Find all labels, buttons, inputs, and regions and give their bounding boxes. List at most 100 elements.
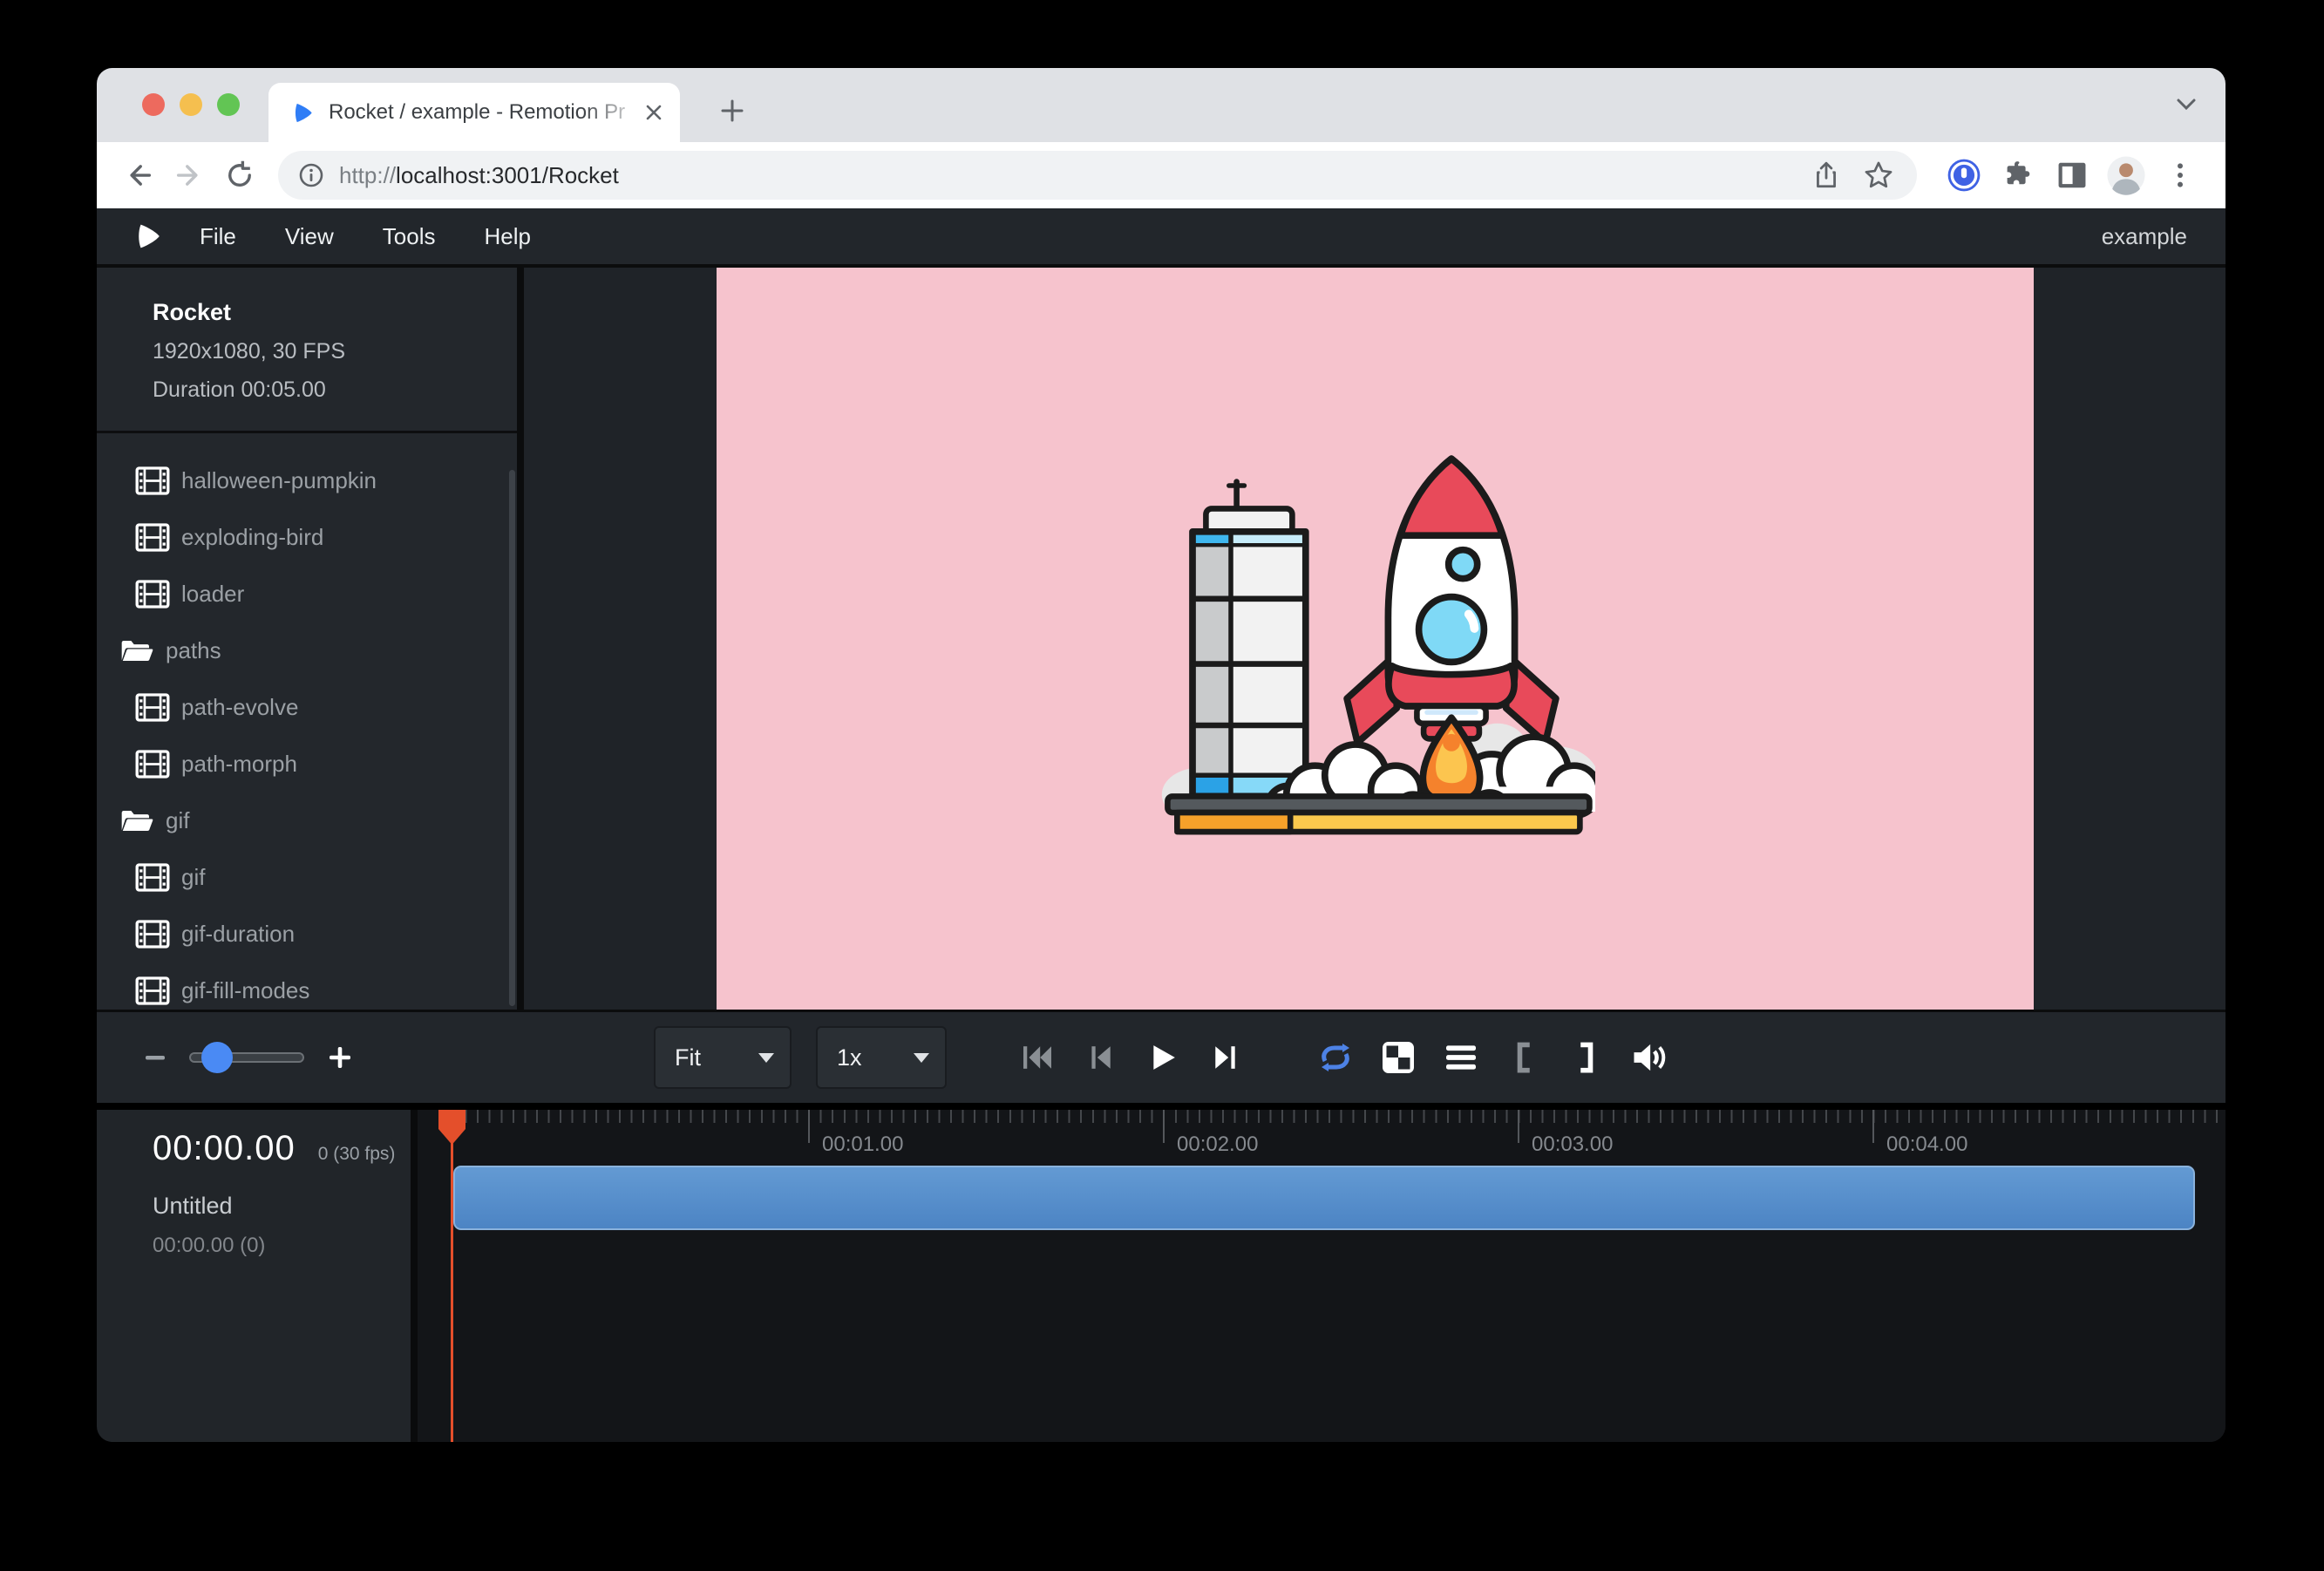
timeline-sequence-bar[interactable] (453, 1166, 2195, 1230)
three-dots-icon (2165, 160, 2195, 190)
compositions-sidebar: Rocket 1920x1080, 30 FPS Duration 00:05.… (97, 268, 524, 1010)
remotion-logo-icon (133, 221, 163, 251)
password-manager-button[interactable] (1941, 153, 1987, 198)
composition-label: gif-fill-modes (181, 977, 309, 1004)
composition-item[interactable]: gif-duration (97, 906, 517, 962)
address-bar[interactable]: http://localhost:3001/Rocket (278, 151, 1917, 200)
composition-item[interactable]: path-morph (97, 736, 517, 792)
film-icon (135, 920, 170, 949)
star-icon (1863, 160, 1894, 191)
composition-name: Rocket (153, 299, 491, 326)
composition-item[interactable]: path-evolve (97, 679, 517, 736)
next-frame-button[interactable] (1206, 1031, 1245, 1084)
menu-help[interactable]: Help (460, 208, 555, 264)
menu-view[interactable]: View (261, 208, 358, 264)
skip-to-start-button[interactable] (1018, 1031, 1057, 1084)
composition-label: exploding-bird (181, 524, 323, 551)
timeline-rows-button[interactable] (1442, 1031, 1480, 1084)
composition-item[interactable]: gif (97, 849, 517, 906)
composition-list: halloween-pumpkin exploding-bird loader … (97, 452, 517, 1010)
tab-strip: Rocket / example - Remotion Pr (97, 68, 2225, 142)
close-window-button[interactable] (142, 93, 165, 116)
close-tab-icon[interactable] (643, 102, 664, 123)
profile-avatar[interactable] (2103, 153, 2149, 198)
bookmark-button[interactable] (1859, 156, 1898, 194)
composition-label: gif (181, 864, 205, 891)
ruler-label: 00:04.00 (1886, 1132, 1967, 1157)
volume-icon (1631, 1041, 1668, 1074)
film-icon (135, 976, 170, 1005)
composition-item[interactable]: exploding-bird (97, 509, 517, 566)
video-canvas (717, 268, 2034, 1010)
preview-area (524, 268, 2225, 1010)
ruler-label: 00:03.00 (1532, 1132, 1613, 1157)
zoom-slider-knob[interactable] (201, 1042, 233, 1073)
menu-file[interactable]: File (175, 208, 261, 264)
play-icon (1149, 1043, 1177, 1072)
share-button[interactable] (1807, 156, 1845, 194)
folder-item[interactable]: gif (97, 792, 517, 849)
ruler-major-tick (808, 1110, 810, 1143)
previous-frame-button[interactable] (1081, 1031, 1119, 1084)
remotion-logo-button[interactable] (133, 221, 163, 251)
loop-toggle-button[interactable] (1316, 1031, 1355, 1084)
size-dropdown[interactable]: Fit (654, 1026, 792, 1089)
url-text: http://localhost:3001/Rocket (339, 162, 619, 189)
transparency-toggle-button[interactable] (1379, 1031, 1417, 1084)
side-panel-button[interactable] (2049, 153, 2095, 198)
zoom-out-button[interactable] (144, 1046, 166, 1069)
composition-item[interactable]: loader (97, 566, 517, 622)
composition-resolution: 1920x1080, 30 FPS (153, 339, 491, 364)
maximize-window-button[interactable] (217, 93, 240, 116)
chevron-down-icon (758, 1053, 774, 1063)
composition-label: path-morph (181, 751, 297, 778)
sidebar-scrollbar[interactable] (509, 470, 515, 1006)
tab-search-button[interactable] (2175, 96, 2198, 118)
play-button[interactable] (1144, 1031, 1182, 1084)
timeline-track-area[interactable]: 00:01.00 00:02.00 00:03.00 00:04.00 (418, 1110, 2225, 1442)
composition-label: gif-duration (181, 921, 295, 948)
out-point-button[interactable] (1567, 1031, 1606, 1084)
site-info-icon[interactable] (297, 161, 325, 189)
screenshot: Rocket / example - Remotion Pr http://lo… (0, 0, 2324, 1571)
tab-title: Rocket / example - Remotion Pr (329, 100, 643, 125)
zoom-slider[interactable] (189, 1052, 304, 1063)
traffic-lights (142, 93, 240, 116)
timeline-ruler[interactable] (453, 1110, 2225, 1123)
composition-item[interactable]: halloween-pumpkin (97, 452, 517, 509)
folder-open-icon (119, 636, 154, 665)
speed-dropdown-value: 1x (837, 1044, 862, 1071)
minimize-window-button[interactable] (180, 93, 202, 116)
back-button[interactable] (119, 156, 158, 194)
composition-label: path-evolve (181, 694, 298, 721)
reload-button[interactable] (221, 156, 259, 194)
folder-item[interactable]: paths (97, 622, 517, 679)
film-icon (135, 693, 170, 722)
chevron-down-icon (914, 1053, 929, 1063)
previous-frame-icon (1086, 1044, 1114, 1071)
film-icon (135, 466, 170, 495)
folder-label: paths (166, 637, 221, 664)
browser-tab[interactable]: Rocket / example - Remotion Pr (268, 83, 680, 142)
browser-menu-button[interactable] (2158, 153, 2203, 198)
new-tab-button[interactable] (712, 91, 752, 131)
playhead-handle[interactable] (438, 1110, 465, 1145)
speed-dropdown[interactable]: 1x (816, 1026, 947, 1089)
timeline-panel: 00:00.00 0 (30 fps) Untitled 00:00.00 (0… (97, 1110, 2225, 1442)
project-name-label: example (2102, 223, 2225, 250)
ruler-major-tick (1872, 1110, 1874, 1143)
remotion-menubar: File View Tools Help example (97, 208, 2225, 268)
in-point-button[interactable] (1505, 1031, 1543, 1084)
playhead-line[interactable] (451, 1110, 453, 1442)
skip-to-start-icon (1021, 1044, 1054, 1071)
checkerboard-icon (1383, 1042, 1414, 1073)
volume-button[interactable] (1630, 1031, 1668, 1084)
menu-tools[interactable]: Tools (358, 208, 460, 264)
composition-item[interactable]: gif-fill-modes (97, 962, 517, 1010)
extensions-button[interactable] (1995, 153, 2041, 198)
ruler-label: 00:02.00 (1177, 1132, 1258, 1157)
next-frame-icon (1212, 1044, 1240, 1071)
zoom-in-button[interactable] (327, 1044, 353, 1071)
timeline-info-panel: 00:00.00 0 (30 fps) Untitled 00:00.00 (0… (97, 1110, 418, 1442)
forward-button[interactable] (170, 156, 208, 194)
